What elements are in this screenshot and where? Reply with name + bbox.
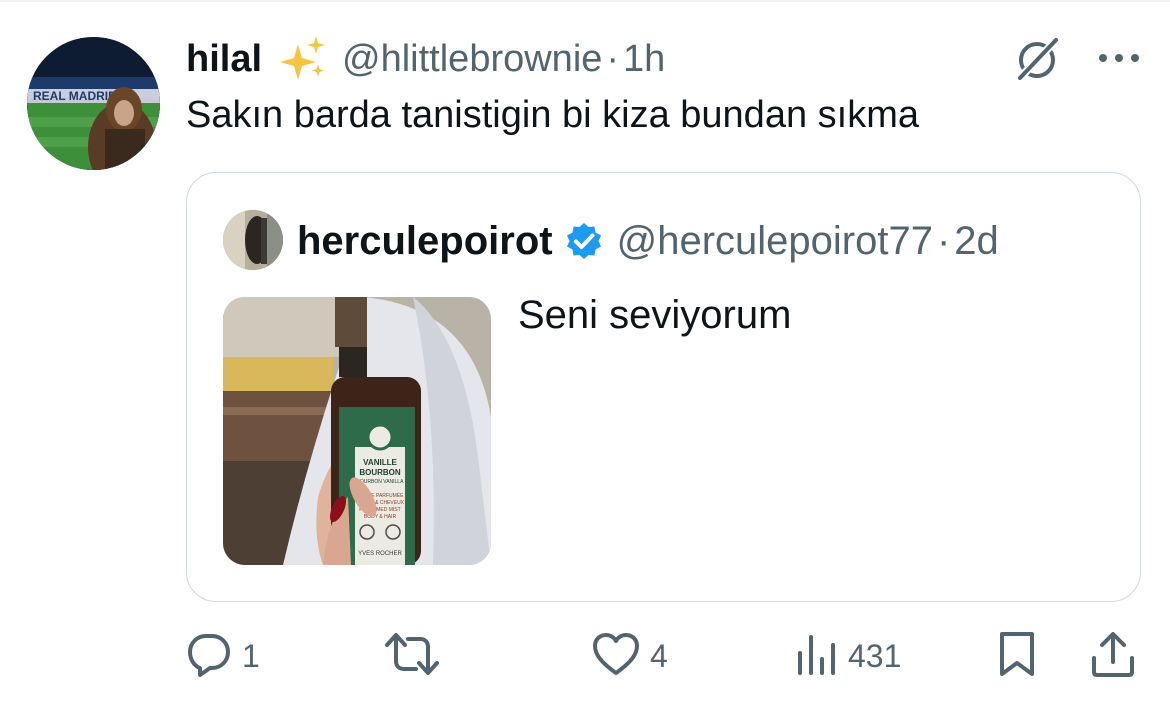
reply-icon	[186, 631, 232, 682]
retweet-button[interactable]	[384, 630, 450, 682]
quoted-author-avatar[interactable]	[223, 210, 283, 270]
reply-button[interactable]: 1	[186, 630, 260, 682]
grok-icon[interactable]	[1012, 35, 1062, 83]
author-avatar[interactable]: REAL MADRID	[27, 37, 160, 170]
verified-badge-icon	[565, 222, 603, 260]
product-label-line-1: VANILLE	[363, 458, 397, 467]
reply-count: 1	[242, 637, 260, 674]
product-label-brand: YVES ROCHER	[358, 551, 402, 557]
like-button[interactable]: 4	[592, 630, 668, 682]
share-icon	[1090, 630, 1136, 683]
header-separator: ·	[606, 37, 620, 80]
like-count: 4	[650, 637, 668, 674]
sparkles-emoji-icon	[278, 36, 328, 82]
quoted-tweet-time[interactable]: 2d	[954, 219, 999, 264]
views-button[interactable]: 431	[796, 630, 901, 682]
bookmark-icon	[996, 630, 1038, 683]
top-divider	[0, 0, 1170, 2]
share-button[interactable]	[1090, 630, 1136, 682]
author-avatar-image: REAL MADRID	[27, 37, 160, 170]
heart-icon	[592, 631, 640, 682]
tweet-time[interactable]: 1h	[623, 38, 665, 81]
product-photo-icon: VANILLE BOURBON BOURBON VANILLA BRUME PA…	[223, 297, 491, 565]
quoted-tweet-card[interactable]: herculepoirot @herculepoirot77 · 2d VANI…	[186, 172, 1141, 602]
more-icon[interactable]	[1095, 48, 1143, 68]
author-handle[interactable]: @hlittlebrownie	[342, 38, 602, 81]
quoted-author-name[interactable]: herculepoirot	[297, 219, 553, 264]
quoted-avatar-image	[223, 210, 283, 270]
svg-text:REAL MADRID: REAL MADRID	[33, 89, 117, 103]
tweet-header: hilal @hlittlebrownie · 1h	[186, 34, 665, 84]
retweet-icon	[384, 631, 440, 682]
author-name[interactable]: hilal	[186, 38, 262, 81]
views-icon	[796, 631, 838, 682]
product-label-line-2: BOURBON	[359, 468, 401, 477]
quoted-tweet-text: Seni seviyorum	[518, 293, 792, 337]
quoted-author-handle[interactable]: @herculepoirot77	[617, 219, 933, 264]
views-count: 431	[848, 637, 902, 674]
quoted-media-image[interactable]: VANILLE BOURBON BOURBON VANILLA BRUME PA…	[223, 297, 491, 565]
quoted-tweet-header: herculepoirot @herculepoirot77 · 2d	[297, 215, 999, 267]
bookmark-button[interactable]	[996, 630, 1038, 682]
quoted-header-separator: ·	[936, 218, 951, 263]
tweet-text: Sakın barda tanistigin bi kiza bundan sı…	[186, 94, 919, 136]
